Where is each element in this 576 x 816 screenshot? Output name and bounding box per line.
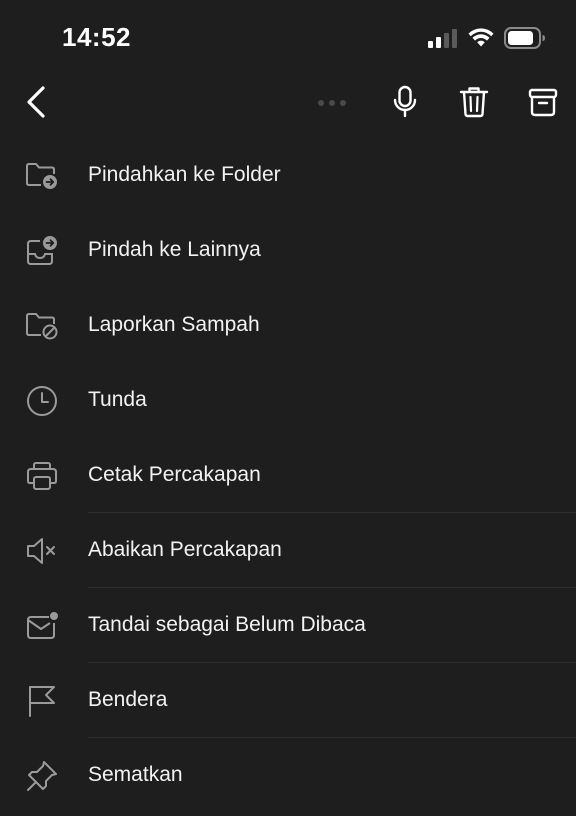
battery-icon <box>504 26 546 54</box>
menu-item-print-conversation[interactable]: Cetak Percakapan <box>0 438 576 513</box>
status-bar: 14:52 <box>0 0 576 78</box>
folder-block-icon <box>24 308 60 344</box>
printer-icon <box>24 458 60 494</box>
pin-icon <box>24 758 60 794</box>
menu-item-label: Laporkan Sampah <box>88 313 260 336</box>
menu-item-pin[interactable]: Sematkan <box>0 738 576 813</box>
menu-item-ignore-conversation[interactable]: Abaikan Percakapan <box>0 513 576 588</box>
folder-move-icon <box>24 158 60 194</box>
dictate-button[interactable] <box>387 85 423 124</box>
cellular-signal-icon <box>428 28 458 53</box>
status-icons <box>428 26 546 54</box>
menu-item-label: Tunda <box>88 388 147 411</box>
menu-item-label: Pindah ke Lainnya <box>88 238 261 261</box>
menu-item-label: Tandai sebagai Belum Dibaca <box>88 613 366 636</box>
wifi-icon <box>468 27 494 53</box>
speaker-mute-icon <box>24 533 60 569</box>
back-button[interactable] <box>18 85 54 124</box>
menu-item-label: Sematkan <box>88 763 183 786</box>
archive-button[interactable] <box>525 86 561 122</box>
archive-icon <box>528 87 558 122</box>
menu-item-mark-unread[interactable]: Tandai sebagai Belum Dibaca <box>0 588 576 663</box>
clock-icon <box>24 383 60 419</box>
menu-item-label: Pindahkan ke Folder <box>88 163 281 186</box>
menu-item-report-junk[interactable]: Laporkan Sampah <box>0 288 576 363</box>
action-menu: Pindahkan ke Folder Pindah ke Lainnya La… <box>0 138 576 813</box>
microphone-icon <box>392 85 418 124</box>
menu-item-label: Cetak Percakapan <box>88 463 261 486</box>
toolbar <box>0 78 576 128</box>
drag-handle[interactable] <box>318 100 346 106</box>
status-time: 14:52 <box>62 22 131 52</box>
menu-item-snooze[interactable]: Tunda <box>0 363 576 438</box>
menu-item-label: Abaikan Percakapan <box>88 538 282 561</box>
inbox-move-icon <box>24 233 60 269</box>
menu-item-move-to-folder[interactable]: Pindahkan ke Folder <box>0 138 576 213</box>
menu-item-move-to-other[interactable]: Pindah ke Lainnya <box>0 213 576 288</box>
mail-unread-icon <box>24 608 60 644</box>
delete-button[interactable] <box>456 86 492 122</box>
chevron-left-icon <box>24 85 48 124</box>
flag-icon <box>24 683 60 719</box>
menu-item-label: Bendera <box>88 688 168 711</box>
menu-item-flag[interactable]: Bendera <box>0 663 576 738</box>
trash-icon <box>459 86 489 123</box>
